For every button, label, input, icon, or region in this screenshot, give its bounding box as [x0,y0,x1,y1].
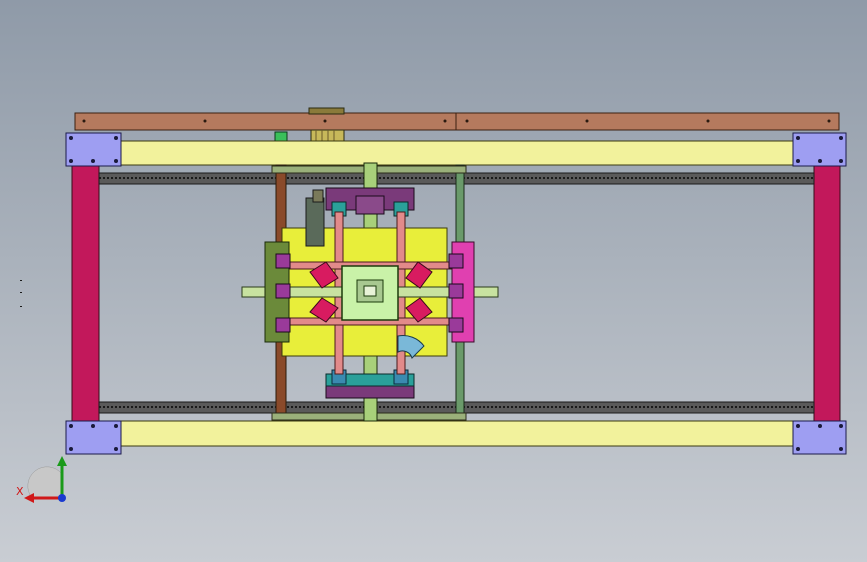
side-motor[interactable] [305,189,325,247]
right-column[interactable] [813,164,841,422]
viewport-marks [20,280,22,307]
corner-plate-top-right[interactable] [792,132,847,167]
corner-plate-bottom-right[interactable] [792,420,847,455]
center-plate[interactable] [341,265,399,321]
z-axis-dot [58,494,66,502]
lower-beam[interactable] [94,420,820,447]
upper-beam[interactable] [94,140,820,166]
axis-triad[interactable] [14,448,84,518]
top-rail[interactable] [74,112,840,131]
assembly-drawing[interactable] [0,0,867,562]
corner-plate-top-left[interactable] [65,132,122,167]
right-side-clamp[interactable] [448,241,475,343]
left-column[interactable] [71,164,100,422]
cad-viewport[interactable]: X [0,0,867,562]
triad-quadrant [27,466,63,499]
left-side-clamp[interactable] [264,241,291,343]
x-axis-label: X [16,485,24,498]
